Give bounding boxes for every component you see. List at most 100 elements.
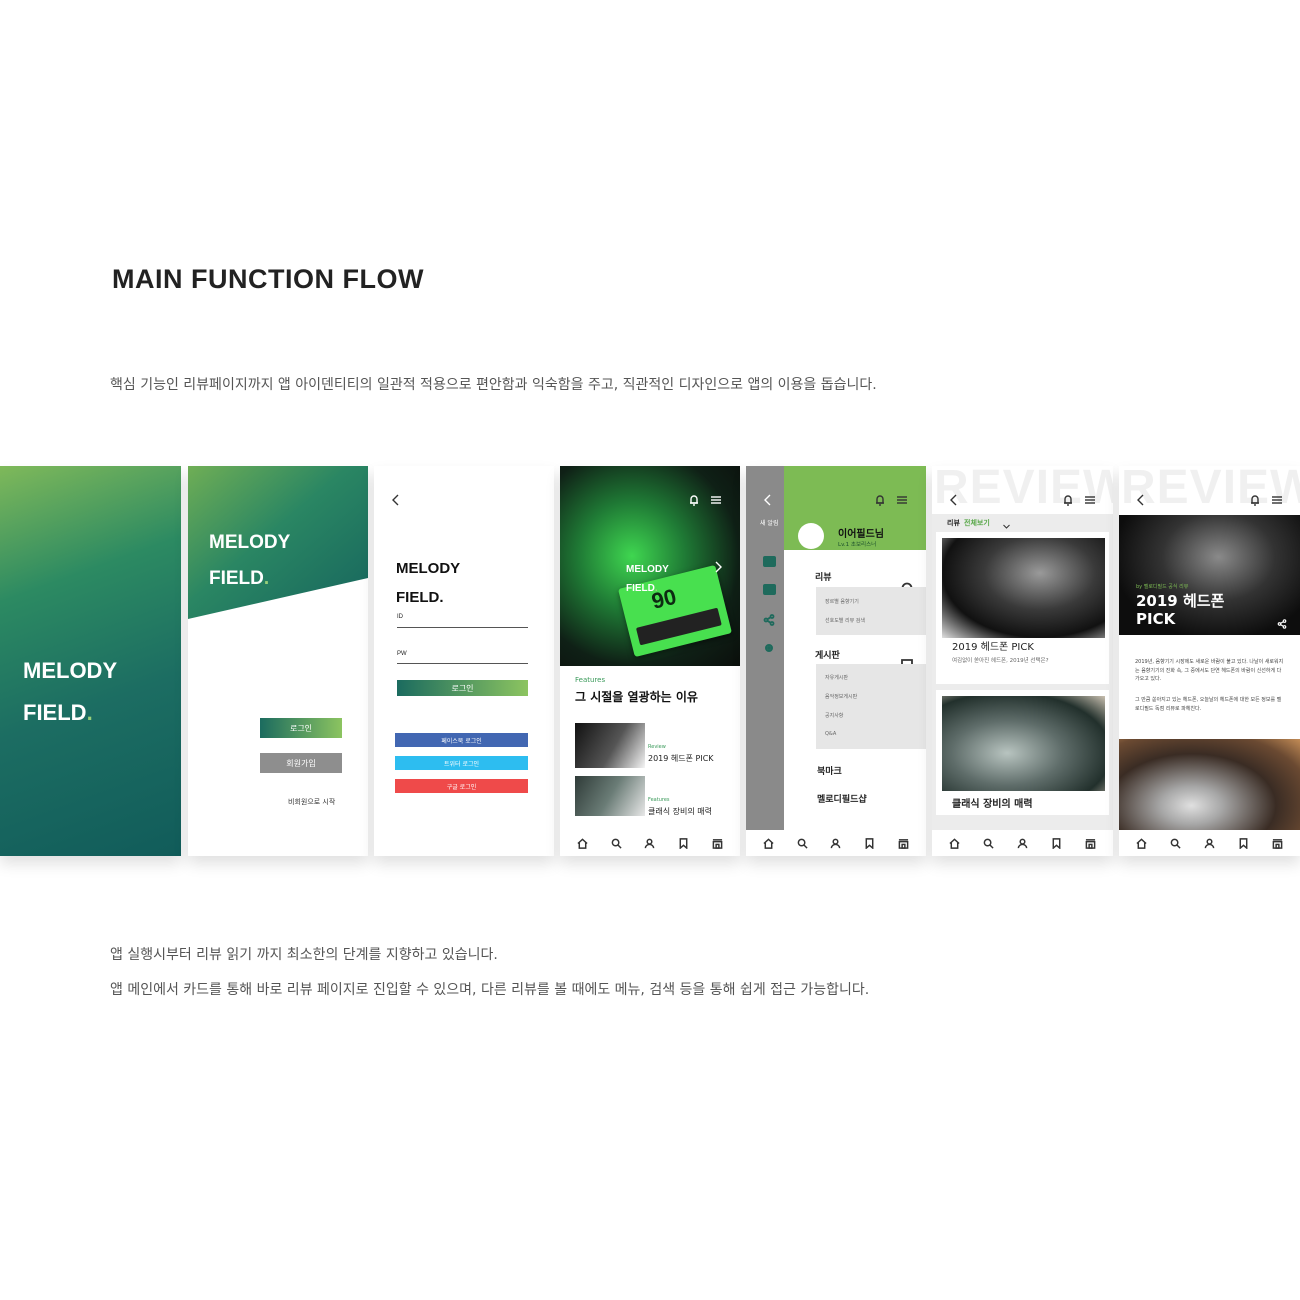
bell-icon[interactable]: [1249, 491, 1261, 510]
share-icon[interactable]: [1277, 614, 1287, 633]
menu-item-free-board[interactable]: 자유게시판: [825, 674, 848, 681]
section-title: MAIN FUNCTION FLOW: [112, 264, 424, 294]
logo-line2-text: FIELD: [626, 582, 655, 594]
review-submenu: [816, 587, 926, 635]
chevron-right-icon[interactable]: [712, 558, 724, 577]
menu-icon[interactable]: [896, 491, 908, 510]
tab-bar: [1119, 830, 1300, 856]
login-button[interactable]: 로그인: [260, 718, 342, 738]
back-icon: [762, 491, 774, 510]
logo-dot: .: [654, 582, 658, 594]
card-tag: Features: [575, 676, 606, 684]
menu-section-review[interactable]: 리뷰: [815, 570, 832, 583]
back-icon[interactable]: [948, 491, 960, 510]
list-item-title[interactable]: 2019 헤드폰 PICK: [648, 753, 714, 764]
logo-line2: FIELD.: [209, 568, 290, 590]
user-icon[interactable]: [829, 836, 843, 850]
shop-icon[interactable]: [1270, 836, 1284, 850]
logo-line1: MELODY: [396, 560, 461, 578]
bell-icon[interactable]: [688, 491, 700, 510]
review-card-subtitle: 여김없이 쏟아진 헤드폰, 2019년 선택은?: [952, 658, 1049, 664]
user-level: Lv.1 초보리스너: [838, 542, 877, 548]
share-icon: [763, 611, 775, 630]
menu-item-music-board[interactable]: 음악정보게시판: [825, 693, 857, 700]
logo-dot: .: [439, 588, 444, 606]
bell-icon[interactable]: [1062, 491, 1074, 510]
bookmark-icon[interactable]: [677, 836, 691, 850]
logo-line2-text: FIELD: [396, 588, 440, 606]
chat-icon: [763, 556, 776, 567]
menu-bookmark[interactable]: 북마크: [817, 764, 842, 777]
bell-icon[interactable]: [874, 491, 886, 510]
avatar[interactable]: [798, 523, 824, 549]
logo-line2-text: FIELD: [209, 568, 264, 590]
user-name: 이어필드님: [838, 529, 884, 540]
app-logo: MELODY FIELD.: [23, 640, 117, 744]
home-icon[interactable]: [948, 836, 962, 850]
list-item-tag: Features: [648, 797, 670, 803]
menu-item-preference-search[interactable]: 선호도별 리뷰 검색: [825, 617, 865, 624]
card-title[interactable]: 그 시절을 열광하는 이유: [575, 688, 698, 705]
home-icon[interactable]: [576, 836, 590, 850]
twitter-login-button[interactable]: 트위터 로그인: [395, 756, 528, 770]
menu-item-qna[interactable]: Q&A: [825, 731, 836, 737]
user-icon[interactable]: [1015, 836, 1029, 850]
shop-icon[interactable]: [1083, 836, 1097, 850]
login-button[interactable]: 로그인: [397, 680, 528, 696]
shop-icon[interactable]: [896, 836, 910, 850]
guest-start-link[interactable]: 비회원으로 시작: [288, 797, 335, 807]
google-login-button[interactable]: 구글 로그인: [395, 779, 528, 793]
login-screen: MELODY FIELD. ID PW 로그인 페이스북 로그인 트위터 로그인…: [374, 466, 554, 856]
signup-button[interactable]: 회원가입: [260, 753, 342, 773]
gear-icon: [763, 639, 775, 658]
filter-label: 리뷰: [947, 519, 960, 527]
app-logo: MELODY FIELD.: [396, 548, 460, 619]
logo-line2: FIELD.: [23, 699, 117, 725]
id-field[interactable]: [397, 627, 528, 628]
app-logo: MELODY FIELD.: [209, 516, 290, 606]
review-tag: by 멜로디필드 공식 리뷰: [1136, 584, 1189, 590]
bookmark-icon[interactable]: [863, 836, 877, 850]
menu-section-board[interactable]: 게시판: [815, 648, 840, 661]
search-icon[interactable]: [1169, 836, 1183, 850]
review-list-screen: REVIEW 리뷰 전체보기 2019 헤드폰 PICK 여김없이 쏟아진 헤드…: [932, 466, 1113, 856]
search-icon[interactable]: [609, 836, 623, 850]
menu-item-genre-devices[interactable]: 장르별 음향기기: [825, 598, 859, 605]
menu-shop[interactable]: 멜로디필드샵: [817, 792, 867, 805]
review-card-title: 클래식 장비의 매력: [952, 799, 1033, 810]
list-thumbnail-headphone[interactable]: [575, 723, 645, 768]
pw-label: PW: [397, 651, 407, 657]
footer-description-1: 앱 실행시부터 리뷰 읽기 까지 최소한의 단계를 지향하고 있습니다.: [110, 947, 498, 963]
menu-icon[interactable]: [1271, 491, 1283, 510]
search-icon[interactable]: [982, 836, 996, 850]
user-icon[interactable]: [1202, 836, 1216, 850]
home-icon[interactable]: [762, 836, 776, 850]
logo-line2: FIELD.: [626, 582, 669, 594]
home-icon[interactable]: [1135, 836, 1149, 850]
facebook-login-button[interactable]: 페이스북 로그인: [395, 733, 528, 747]
list-item-tag: Review: [648, 744, 666, 750]
shop-icon[interactable]: [710, 836, 724, 850]
bookmark-icon[interactable]: [1236, 836, 1250, 850]
search-icon[interactable]: [795, 836, 809, 850]
menu-icon[interactable]: [1084, 491, 1096, 510]
screen-flow: MELODY FIELD. MELODY FIELD. 로그인 회원가입 비회원…: [0, 466, 1300, 858]
review-card-image-turntable: [942, 696, 1105, 791]
menu-icon[interactable]: [710, 491, 722, 510]
review-body-image: [1119, 739, 1300, 834]
back-icon[interactable]: [390, 491, 402, 510]
filter-value[interactable]: 전체보기: [964, 518, 990, 528]
tab-bar: [560, 830, 740, 856]
bookmark-icon[interactable]: [1049, 836, 1063, 850]
logo-dot: .: [86, 699, 93, 725]
user-icon[interactable]: [643, 836, 657, 850]
tab-bar: [932, 830, 1113, 856]
menu-item-notice[interactable]: 공지사항: [825, 712, 843, 719]
list-thumbnail-turntable[interactable]: [575, 776, 645, 816]
back-icon[interactable]: [1135, 491, 1147, 510]
chat-icon: [763, 584, 776, 595]
pw-field[interactable]: [397, 663, 528, 664]
menu-drawer-screen: 새 알림 이어필드님 Lv.1 초보리스너 리뷰 장르별 음향기기 선호도별 리…: [746, 466, 926, 856]
logo-line1: MELODY: [23, 657, 118, 683]
list-item-title[interactable]: 클래식 장비의 매력: [648, 806, 712, 817]
